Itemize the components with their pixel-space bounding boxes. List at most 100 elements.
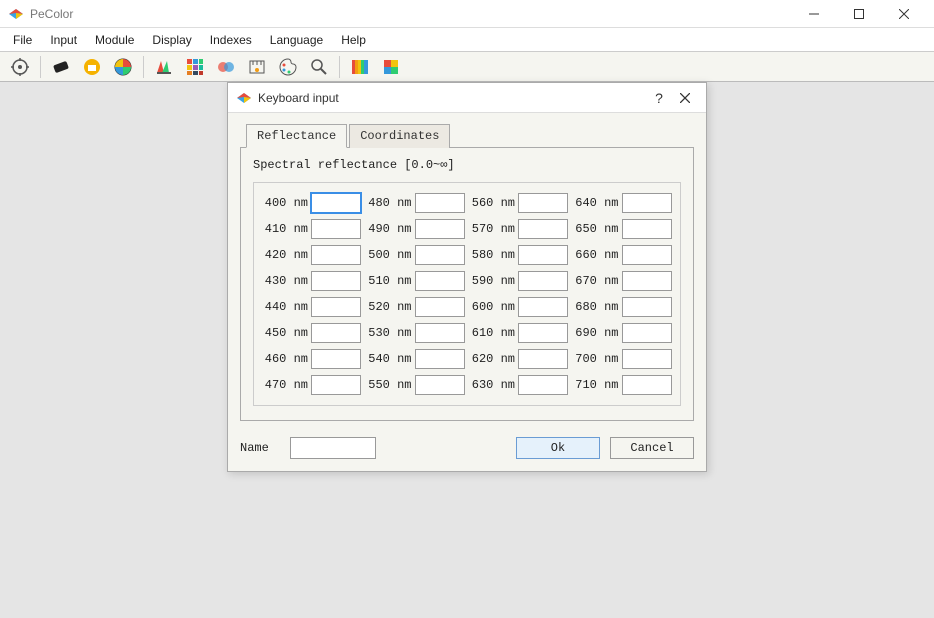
magnifier-icon[interactable]: [305, 54, 333, 80]
window-titlebar: PeColor: [0, 0, 934, 28]
dialog-titlebar: Keyboard input ?: [228, 83, 706, 113]
color-grid-icon[interactable]: [181, 54, 209, 80]
wavelength-label: 620 nm: [469, 352, 515, 366]
name-label: Name: [240, 441, 280, 455]
wavelength-label: 570 nm: [469, 222, 515, 236]
wavelength-label: 450 nm: [262, 326, 308, 340]
wavelength-input[interactable]: [415, 219, 465, 239]
swatch-icon[interactable]: [47, 54, 75, 80]
wavelength-input[interactable]: [622, 271, 672, 291]
wavelength-input[interactable]: [415, 323, 465, 343]
reflectance-group: 400 nm410 nm420 nm430 nm440 nm450 nm460 …: [253, 182, 681, 406]
settings-icon[interactable]: [6, 54, 34, 80]
wavelength-input[interactable]: [518, 375, 568, 395]
dialog-help-button[interactable]: ?: [646, 85, 672, 111]
tab-panel: Spectral reflectance [0.0~∞] 400 nm 410 n…: [240, 147, 694, 421]
ruler-icon[interactable]: [243, 54, 271, 80]
palette-fan-icon[interactable]: [150, 54, 178, 80]
wavelength-input[interactable]: [518, 245, 568, 265]
wavelength-input[interactable]: [415, 375, 465, 395]
wavelength-label: 660 nm: [573, 248, 619, 262]
minimize-button[interactable]: [791, 0, 836, 28]
wavelength-input[interactable]: [518, 271, 568, 291]
wavelength-input[interactable]: [311, 297, 361, 317]
color-wheel-icon[interactable]: [109, 54, 137, 80]
wavelength-label: 710 nm: [573, 378, 619, 392]
spectrum-icon[interactable]: [346, 54, 374, 80]
wavelength-label: 700 nm: [573, 352, 619, 366]
folder-icon[interactable]: [78, 54, 106, 80]
wavelength-label: 500 nm: [366, 248, 412, 262]
wavelength-label: 590 nm: [469, 274, 515, 288]
dialog-close-button[interactable]: [672, 85, 698, 111]
wavelength-input[interactable]: [622, 245, 672, 265]
wavelength-label: 630 nm: [469, 378, 515, 392]
wavelength-label: 470 nm: [262, 378, 308, 392]
wavelength-label: 420 nm: [262, 248, 308, 262]
layers-icon[interactable]: [212, 54, 240, 80]
menu-help[interactable]: Help: [332, 30, 375, 50]
maximize-button[interactable]: [836, 0, 881, 28]
wavelength-label: 690 nm: [573, 326, 619, 340]
wavelength-label: 680 nm: [573, 300, 619, 314]
wavelength-label: 600 nm: [469, 300, 515, 314]
wavelength-label: 410 nm: [262, 222, 308, 236]
paint-palette-icon[interactable]: [274, 54, 302, 80]
cancel-button[interactable]: Cancel: [610, 437, 694, 459]
wavelength-input[interactable]: [518, 323, 568, 343]
wavelength-label: 510 nm: [366, 274, 412, 288]
wavelength-label: 560 nm: [469, 196, 515, 210]
wavelength-input[interactable]: [622, 323, 672, 343]
wavelength-label: 540 nm: [366, 352, 412, 366]
menu-module[interactable]: Module: [86, 30, 143, 50]
wavelength-label: 670 nm: [573, 274, 619, 288]
wavelength-input[interactable]: [622, 349, 672, 369]
window-title: PeColor: [30, 7, 791, 21]
wavelength-input[interactable]: [415, 245, 465, 265]
wavelength-label: 640 nm: [573, 196, 619, 210]
hue-grid-icon[interactable]: [377, 54, 405, 80]
wavelength-input[interactable]: [415, 297, 465, 317]
name-input[interactable]: [290, 437, 376, 459]
wavelength-label: 480 nm: [366, 196, 412, 210]
wavelength-input[interactable]: [311, 349, 361, 369]
menu-indexes[interactable]: Indexes: [201, 30, 261, 50]
wavelength-input[interactable]: [622, 375, 672, 395]
wavelength-label: 610 nm: [469, 326, 515, 340]
keyboard-input-dialog: Keyboard input ? Reflectance Coordinates…: [227, 82, 707, 472]
app-icon: [8, 6, 24, 22]
menu-input[interactable]: Input: [41, 30, 86, 50]
wavelength-input[interactable]: [311, 271, 361, 291]
wavelength-label: 430 nm: [262, 274, 308, 288]
wavelength-input[interactable]: [518, 297, 568, 317]
wavelength-input[interactable]: [311, 219, 361, 239]
wavelength-input[interactable]: [622, 297, 672, 317]
tab-reflectance[interactable]: Reflectance: [246, 124, 347, 148]
wavelength-label: 440 nm: [262, 300, 308, 314]
wavelength-label: 650 nm: [573, 222, 619, 236]
menu-file[interactable]: File: [4, 30, 41, 50]
tab-coordinates[interactable]: Coordinates: [349, 124, 450, 148]
wavelength-label: 490 nm: [366, 222, 412, 236]
wavelength-input[interactable]: [518, 219, 568, 239]
wavelength-label: 400 nm: [262, 196, 308, 210]
wavelength-input[interactable]: [518, 349, 568, 369]
wavelength-input[interactable]: [311, 375, 361, 395]
dialog-title: Keyboard input: [258, 91, 646, 105]
wavelength-input[interactable]: [415, 349, 465, 369]
wavelength-input[interactable]: [311, 245, 361, 265]
wavelength-input[interactable]: [311, 193, 361, 213]
wavelength-input[interactable]: [415, 271, 465, 291]
wavelength-input[interactable]: [622, 219, 672, 239]
wavelength-input[interactable]: [518, 193, 568, 213]
wavelength-input[interactable]: [311, 323, 361, 343]
menu-display[interactable]: Display: [143, 30, 200, 50]
wavelength-label: 520 nm: [366, 300, 412, 314]
ok-button[interactable]: Ok: [516, 437, 600, 459]
close-button[interactable]: [881, 0, 926, 28]
wavelength-input[interactable]: [415, 193, 465, 213]
wavelength-label: 580 nm: [469, 248, 515, 262]
menu-language[interactable]: Language: [261, 30, 332, 50]
panel-caption: Spectral reflectance [0.0~∞]: [253, 158, 681, 172]
wavelength-input[interactable]: [622, 193, 672, 213]
